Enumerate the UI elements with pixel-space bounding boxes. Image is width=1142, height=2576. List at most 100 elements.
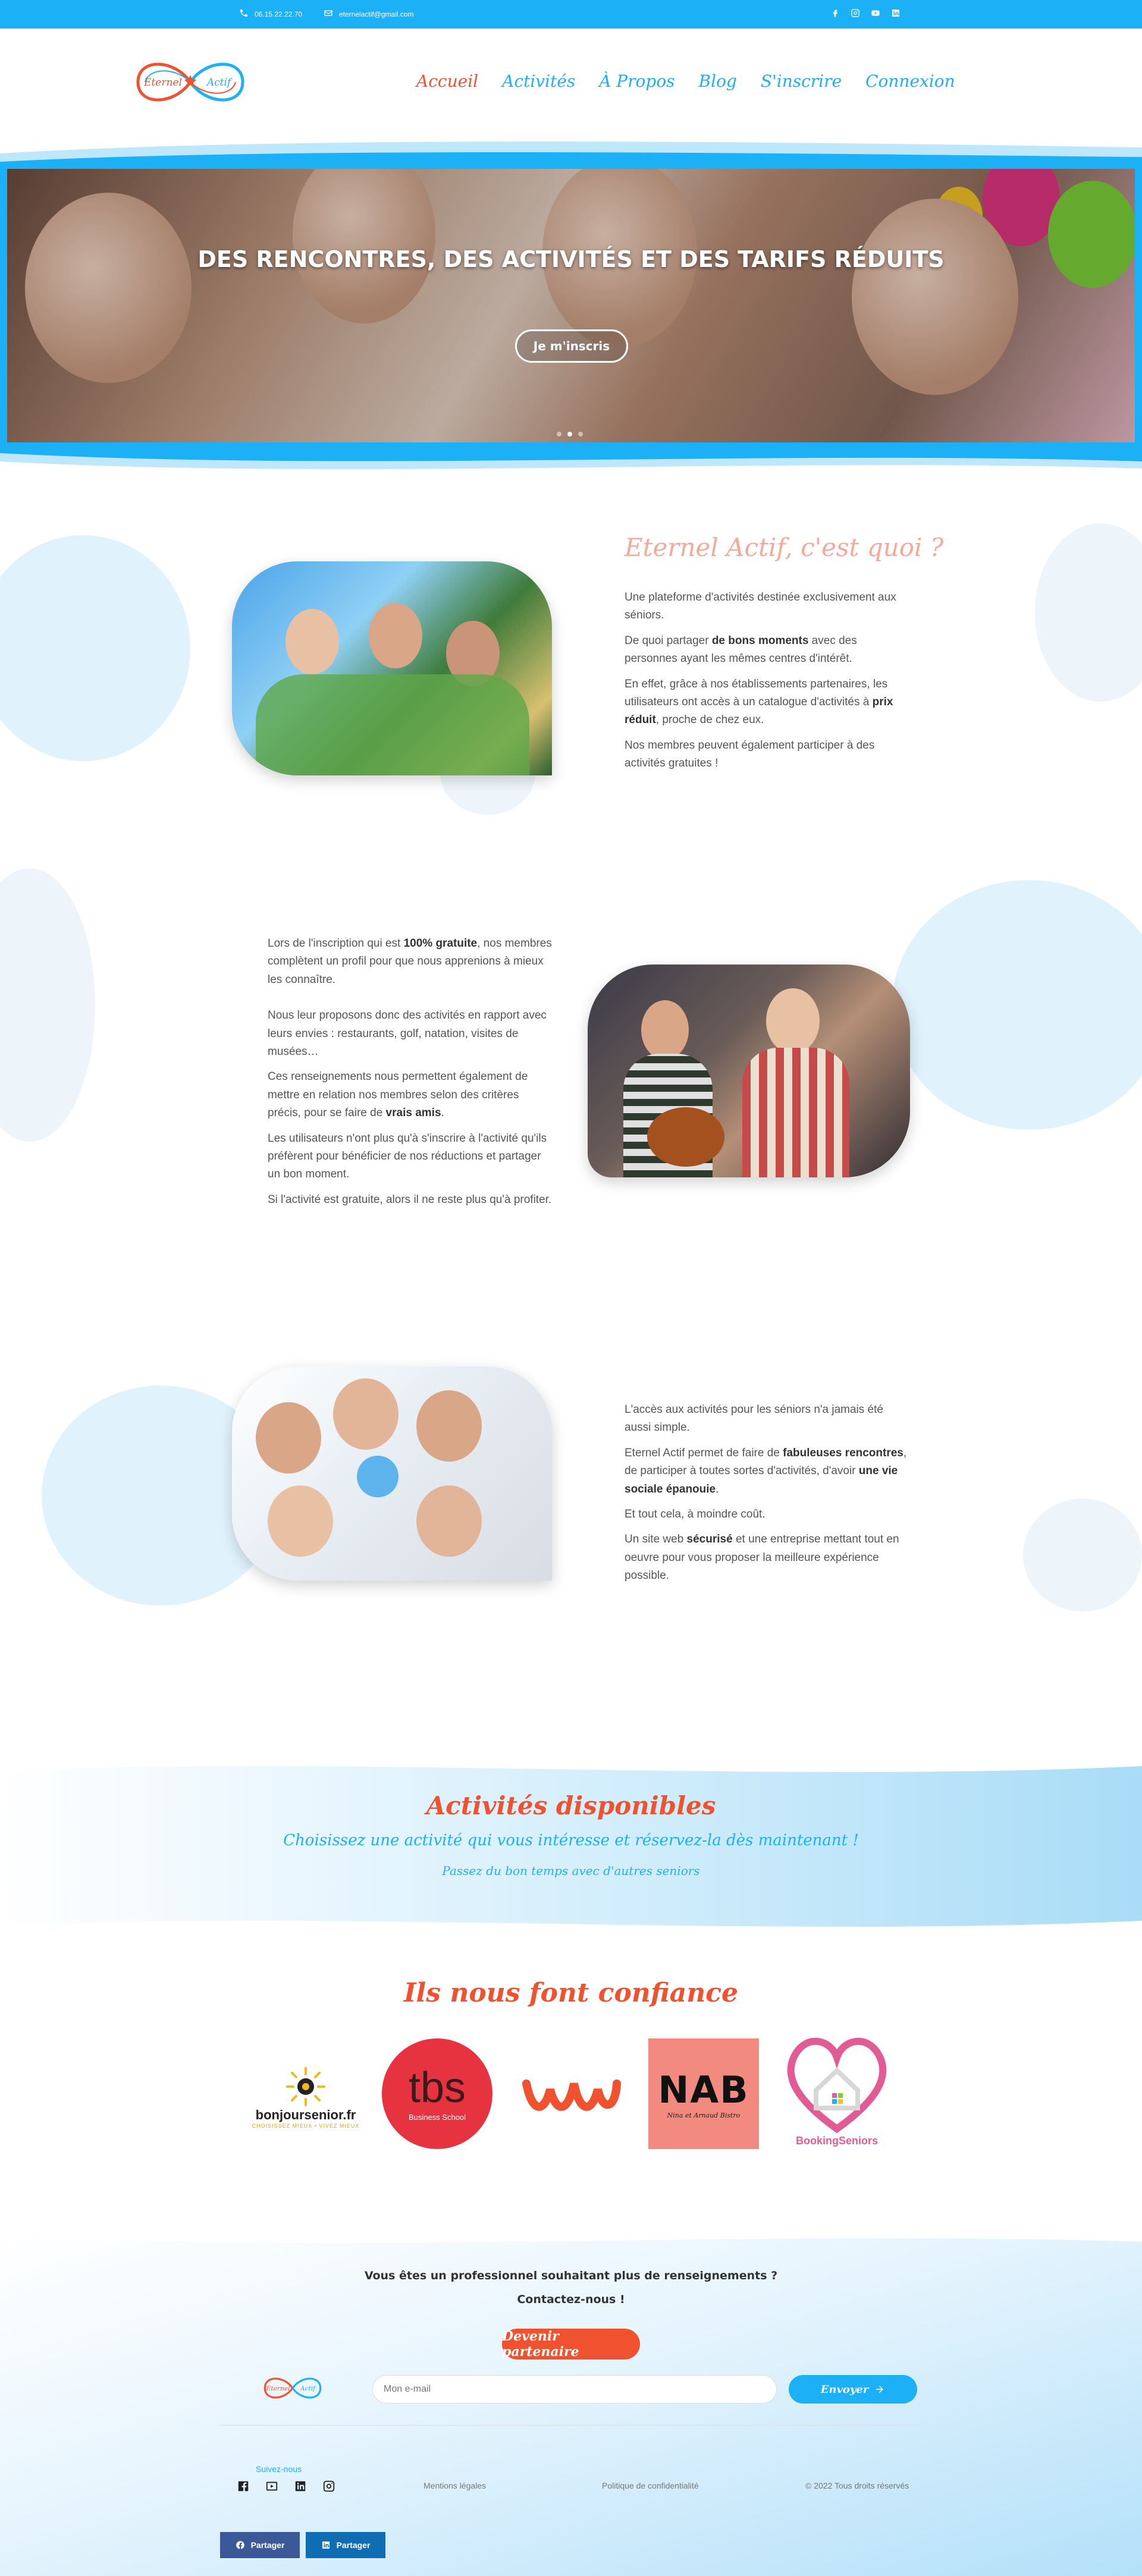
decorative-blob [0, 535, 190, 761]
section2-paragraph: Les utilisateurs n'ont plus qu'à s'inscr… [268, 1132, 547, 1181]
section2-paragraph: Si l'activité est gratuite, alors il ne … [268, 1193, 552, 1206]
mail-icon [324, 8, 333, 20]
bookingseniors-heart-house-logo [787, 2037, 887, 2133]
nab-name: NAB [658, 2068, 749, 2112]
youtube-icon[interactable] [871, 8, 880, 18]
newsletter-send-button[interactable]: Envoyer [789, 2375, 917, 2404]
partner-bookingseniors[interactable]: BookingSeniors [780, 2028, 893, 2153]
site-header: Eternel Actif Accueil Activités À Propos… [0, 29, 1142, 136]
hero-title: DES RENCONTRES, DES ACTIVITÉS ET DES TAR… [197, 246, 945, 272]
svg-text:Actif: Actif [300, 2385, 316, 2392]
tbs-name: tbs [408, 2063, 466, 2112]
instagram-icon[interactable] [322, 2480, 335, 2493]
bonjoursenior-logo-icon [286, 2067, 325, 2106]
section1-paragraph: En effet, grâce à nos établissements par… [625, 677, 893, 727]
phone-contact[interactable]: 06.15.22.22.70 [239, 8, 302, 20]
activities-title: Activités disponibles [426, 1791, 716, 1820]
eternel-actif-logo[interactable]: Eternel Actif [132, 54, 249, 111]
footer-contact-us: Contactez-nous ! [517, 2293, 625, 2306]
youtube-icon[interactable] [265, 2480, 278, 2493]
section3-paragraph: Et tout cela, à moindre coût. [625, 1507, 765, 1521]
bonjoursenior-tagline: CHOISISSEZ MIEUX • VIVEZ MIEUX [252, 2123, 360, 2129]
nav-accueil[interactable]: Accueil [416, 71, 478, 91]
linkedin-share-button[interactable]: Partager [306, 2532, 385, 2558]
follow-us-label: Suivez-nous [256, 2464, 302, 2474]
share-label: Partager [250, 2540, 285, 2550]
newsletter-email-input[interactable] [372, 2375, 777, 2404]
share-label: Partager [336, 2540, 371, 2550]
decorative-blob [1023, 1499, 1142, 1611]
activities-subtitle: Choisissez une activité qui vous intéres… [283, 1832, 859, 1849]
slider-dot[interactable] [557, 432, 561, 436]
partner-ww[interactable]: ww [517, 2054, 625, 2131]
footer-divider [220, 2425, 922, 2426]
email-address: eternelactif@gmail.com [339, 10, 414, 18]
become-partner-button[interactable]: Devenir partenaire [502, 2329, 640, 2360]
copyright-text: © 2022 Tous droits réservés [805, 2481, 909, 2490]
section3-text: L'accès aux activités pour les séniors n… [625, 1401, 910, 1592]
section2-text: Lors de l'inscription qui est 100% gratu… [268, 935, 553, 1216]
bookingseniors-name: BookingSeniors [795, 2134, 878, 2147]
nav-connexion[interactable]: Connexion [865, 71, 955, 91]
social-links-top [830, 8, 901, 18]
partner-nab[interactable]: NAB Nina et Arnaud Bistro [648, 2038, 759, 2149]
main-nav: Accueil Activités À Propos Blog S'inscri… [416, 71, 955, 91]
nav-sinscrire[interactable]: S'inscrire [761, 71, 842, 91]
nab-tagline: Nina et Arnaud Bistro [667, 2112, 741, 2119]
top-bar: 06.15.22.22.70 eternelactif@gmail.com [0, 0, 1142, 29]
decorative-blob [892, 880, 1142, 1130]
nav-blog[interactable]: Blog [699, 71, 737, 91]
section2-paragraph: Ces renseignements nous permettent égale… [268, 1070, 528, 1120]
facebook-icon[interactable] [830, 8, 840, 18]
privacy-policy-link[interactable]: Politique de confidentialité [602, 2481, 699, 2490]
arrow-right-icon [876, 2386, 884, 2393]
phone-number: 06.15.22.22.70 [255, 10, 303, 18]
trust-title: Ils nous font confiance [403, 1978, 739, 2008]
facebook-share-button[interactable]: Partager [220, 2532, 300, 2558]
linkedin-icon[interactable] [294, 2480, 307, 2493]
slider-dot[interactable] [578, 432, 583, 436]
partner-tbs[interactable]: tbs Business School [382, 2038, 492, 2149]
facebook-icon[interactable] [237, 2480, 250, 2493]
hero-slider: DES RENCONTRES, DES ACTIVITÉS ET DES TAR… [7, 169, 1135, 442]
bowling-seniors-photo [588, 965, 910, 1177]
decorative-blob [0, 868, 95, 1142]
section3-paragraph: L'accès aux activités pour les séniors n… [625, 1403, 883, 1434]
section2-paragraph: Lors de l'inscription qui est 100% gratu… [268, 937, 552, 986]
partner-bonjoursenior[interactable]: bonjoursenior.fr CHOISISSEZ MIEUX • VIVE… [240, 2053, 371, 2142]
footer-background [0, 2236, 1142, 2576]
instagram-icon[interactable] [851, 8, 860, 18]
hero-overlay [7, 169, 1135, 442]
bonjoursenior-name: bonjoursenior.fr [255, 2107, 356, 2122]
activities-subtitle-secondary: Passez du bon temps avec d'autres senior… [442, 1864, 700, 1878]
svg-text:Eternel: Eternel [266, 2385, 290, 2392]
tbs-tagline: Business School [408, 2112, 466, 2122]
section2-paragraph: Nous leur proposons donc des activités e… [268, 1009, 547, 1058]
section1-paragraph: Une plateforme d'activités destinée excl… [625, 591, 896, 622]
linkedin-icon[interactable] [891, 8, 901, 18]
decorative-blob [1035, 523, 1142, 702]
section1-title: Eternel Actif, c'est quoi ? [625, 533, 944, 562]
logo-left-text: Eternel [143, 77, 182, 89]
email-contact[interactable]: eternelactif@gmail.com [324, 8, 414, 20]
legal-mentions-link[interactable]: Mentions légales [423, 2481, 486, 2490]
send-button-label: Envoyer [820, 2383, 869, 2396]
section1-text: Une plateforme d'activités destinée excl… [625, 589, 910, 780]
section1-paragraph: De quoi partager de bons moments avec de… [625, 634, 857, 665]
social-links-footer [237, 2480, 335, 2493]
footer-logo[interactable]: Eternel Actif [262, 2373, 324, 2404]
seniors-circle-photo [232, 1366, 552, 1581]
nav-a-propos[interactable]: À Propos [599, 71, 674, 91]
facebook-icon [236, 2541, 244, 2549]
section3-paragraph: Eternel Actif permet de faire de fabuleu… [625, 1446, 907, 1496]
section3-paragraph: Un site web sécurisé et une entreprise m… [625, 1533, 899, 1582]
phone-icon [239, 8, 249, 20]
activities-band [0, 1766, 1142, 1927]
ww-logo: ww [522, 2072, 621, 2111]
nav-activites[interactable]: Activités [502, 71, 575, 91]
section1-paragraph: Nos membres peuvent également participer… [625, 739, 875, 770]
slider-dot-active[interactable] [567, 432, 572, 436]
linkedin-icon [322, 2542, 330, 2549]
ww-name: ww [570, 2072, 572, 2074]
hero-signup-button[interactable]: Je m'inscris [515, 329, 628, 363]
